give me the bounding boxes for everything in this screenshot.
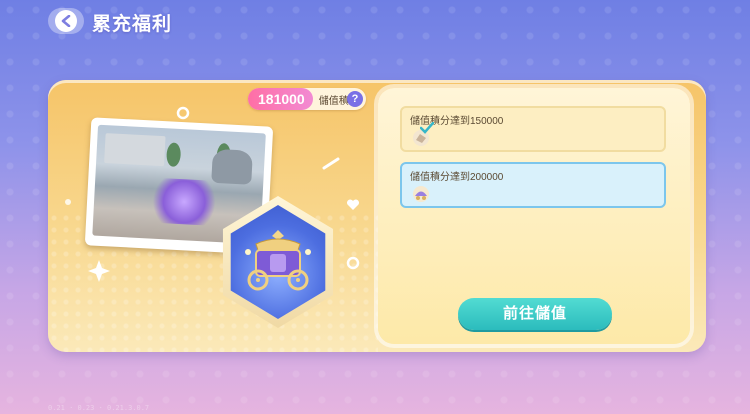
version-text: 0.21 · 0.23 · 0.21.3.0.7: [48, 404, 150, 412]
task-panel: 儲值積分達到150000 儲值積分達到200000 前往儲值: [378, 88, 690, 344]
castle-image: [104, 133, 166, 167]
task-label: 儲值積分達到150000: [410, 116, 504, 127]
task-label: 儲值積分達到200000: [410, 172, 504, 183]
reward-item-icon: [413, 186, 429, 202]
task-item[interactable]: 儲值積分達到150000: [400, 106, 666, 152]
page-title: 累充福利: [92, 14, 173, 35]
dot-decoration-icon: [65, 199, 71, 205]
heart-decoration-icon: [346, 199, 360, 210]
go-recharge-button[interactable]: 前往儲值: [458, 298, 612, 330]
points-display: 181000 儲值積分 ?: [248, 88, 366, 110]
fountain-image: [211, 148, 253, 185]
star-decoration-icon: [88, 260, 110, 282]
ring-decoration-icon: [346, 256, 360, 270]
carriage-icon: [245, 230, 311, 291]
ring-decoration-icon: [176, 106, 190, 120]
tree-image: [166, 142, 182, 168]
back-button[interactable]: [48, 8, 84, 34]
carriage-glow-image: [148, 177, 221, 227]
carriage-reward-badge: [214, 196, 342, 328]
back-arrow-icon: [55, 10, 77, 32]
dash-decoration-icon: [322, 157, 340, 170]
points-value: 181000: [248, 88, 313, 110]
checkmark-icon: [420, 122, 434, 134]
help-icon[interactable]: ?: [347, 91, 363, 107]
task-item[interactable]: 儲值積分達到200000: [400, 162, 666, 208]
